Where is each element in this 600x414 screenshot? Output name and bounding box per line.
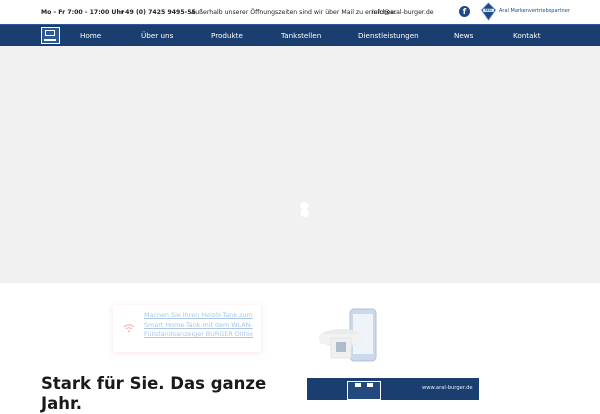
promo-banner[interactable]: www.aral-burger.de [307,378,479,400]
promo-url[interactable]: www.aral-burger.de [422,385,473,391]
top-bar: Mo - Fr 7:00 - 17:00 Uhr +49 (0) 7425 94… [0,0,600,24]
castle-tower-left [355,383,361,387]
nav-item-produkte[interactable]: Produkte [211,25,243,47]
opening-hours: Mo - Fr 7:00 - 17:00 Uhr [41,9,124,16]
phone-number[interactable]: +49 (0) 7425 9495-55 [120,9,196,16]
oilfox-device-image [319,308,377,362]
nav-item-ueber-uns[interactable]: Über uns [141,25,173,47]
oilfox-feature-card[interactable]: Machen Sie Ihren Heizöl-Tank zum Smart H… [113,305,261,352]
aral-logo[interactable]: ARAL [480,2,497,21]
nav-item-tankstellen[interactable]: Tankstellen [281,25,321,47]
partner-label: Aral Markenvertriebspartner [499,8,570,14]
nav-item-kontakt[interactable]: Kontakt [513,25,541,47]
nav-item-home[interactable]: Home [80,25,101,47]
logo-building-shape [45,30,55,36]
hero-slider[interactable] [0,46,600,283]
feature-card-link[interactable]: Machen Sie Ihren Heizöl-Tank zum Smart H… [144,311,256,340]
main-navigation: Home Über uns Produkte Tankstellen Diens… [0,24,600,46]
nav-item-dienstleistungen[interactable]: Dienstleistungen [358,25,419,47]
castle-logo [347,381,381,400]
email-link[interactable]: info@aral-burger.de [372,9,434,16]
nav-item-news[interactable]: News [454,25,473,47]
facebook-icon[interactable]: f [459,6,470,17]
logo-base-shape [44,39,56,41]
aral-logo-text: ARAL [485,8,493,12]
wifi-icon [123,324,135,333]
castle-tower-right [367,383,373,387]
site-logo[interactable] [41,27,60,44]
page-headline: Stark für Sie. Das ganze Jahr. [41,374,267,413]
email-note: Außerhalb unserer Öffnungszeiten sind wi… [191,9,397,16]
loading-spinner-icon [300,202,310,218]
